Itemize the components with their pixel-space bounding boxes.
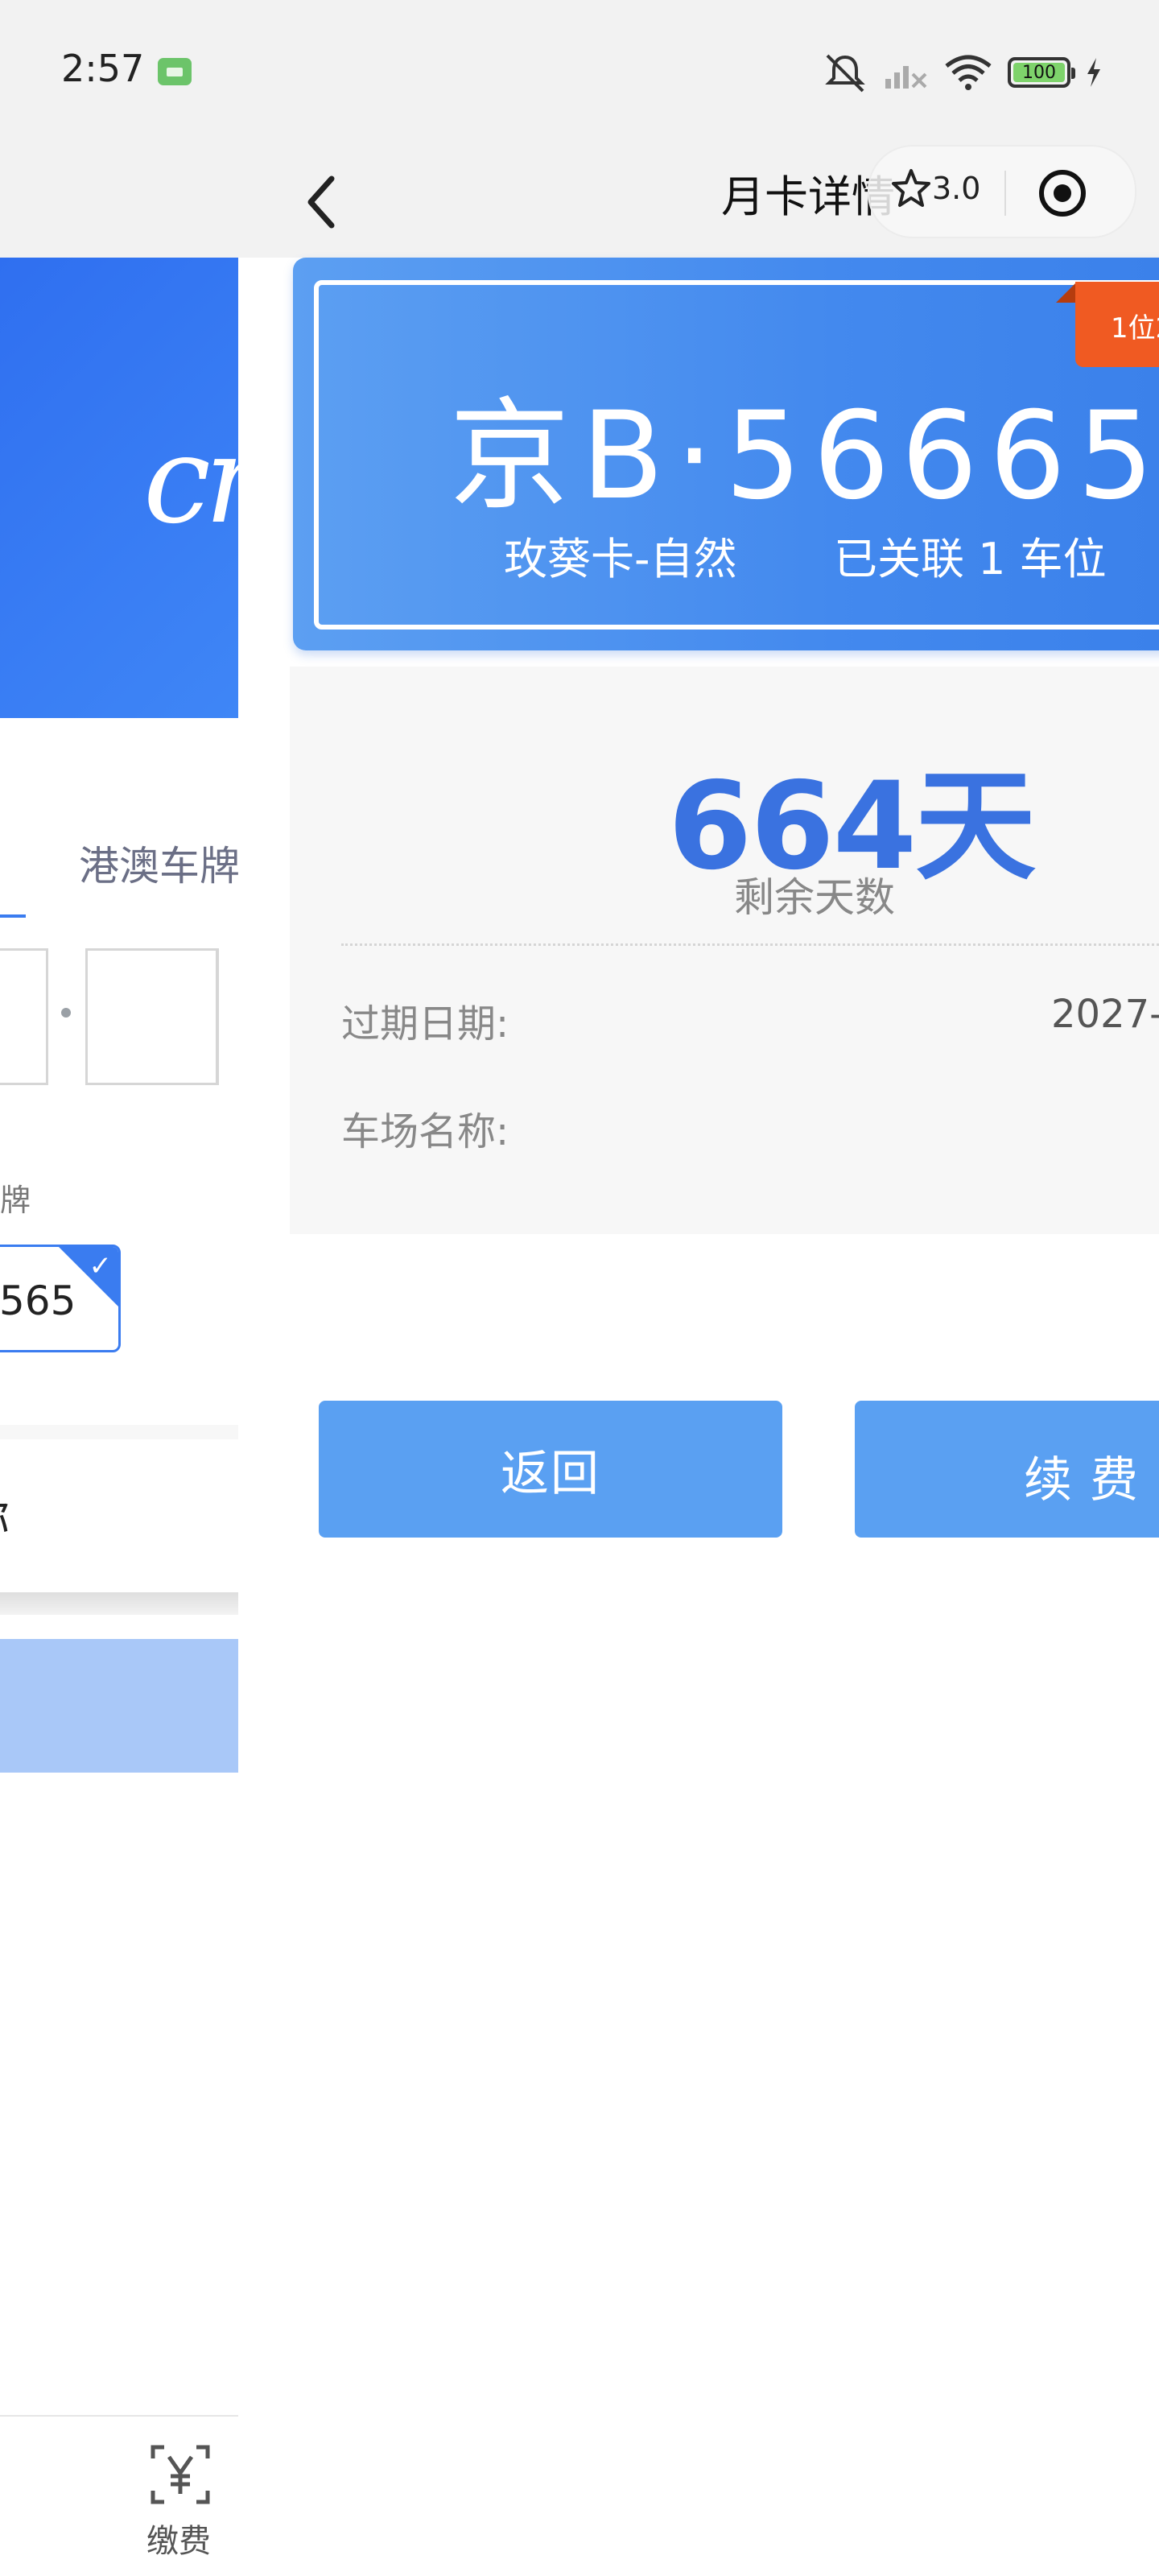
plate-number: 京B·56665: [449, 386, 1159, 526]
active-tab-indicator: [0, 914, 26, 918]
bottom-nav-pay-label[interactable]: 缴费: [146, 2515, 211, 2562]
battery-icon: 100: [1008, 57, 1075, 88]
card-type: 玫葵卡-自然: [504, 534, 737, 584]
plate-char-input[interactable]: [0, 948, 48, 1085]
close-target-icon[interactable]: [1033, 164, 1091, 222]
banner: cn: [0, 258, 238, 718]
miniprogram-capsule: 3.0: [868, 145, 1136, 238]
dotted-divider: [341, 943, 1159, 946]
check-icon: ✓: [89, 1250, 113, 1282]
parking-spaces-tag: 1位2: [1075, 282, 1159, 367]
plate-history-label: 牌: [0, 1183, 31, 1218]
status-time: 2:57: [61, 47, 145, 90]
divider: [0, 1425, 238, 1439]
remaining-days-label: 剩余天数: [734, 874, 895, 921]
parking-lot-name-label: 车场名称:: [341, 1109, 509, 1154]
rating-score: 3.0: [932, 171, 981, 206]
expire-date-value: 2027-: [1051, 992, 1159, 1037]
plate-char-input[interactable]: [216, 948, 238, 1085]
lot-name-label: 称: [0, 1484, 10, 1550]
query-button[interactable]: [0, 1639, 238, 1773]
plate-char-input[interactable]: [85, 948, 219, 1085]
charging-icon: [1087, 58, 1100, 87]
background-navbar: [0, 145, 238, 258]
battery-level: 100: [1022, 63, 1056, 83]
app-notification-icon: [158, 58, 192, 85]
status-icons: 100: [821, 48, 1103, 97]
bottom-nav-divider: [0, 2415, 238, 2417]
plate-history-chip[interactable]: 565 ✓: [0, 1245, 121, 1352]
tab-hk-macau-plate[interactable]: 港澳车牌: [79, 834, 238, 892]
status-bar: 2:57 100: [0, 0, 1159, 145]
navbar: 月卡详情 3.0: [238, 145, 1159, 258]
divider: [0, 1592, 238, 1615]
plate-separator-dot: [61, 1008, 71, 1018]
linked-spaces: 已关联 1 车位: [834, 534, 1107, 584]
back-button[interactable]: 返回: [319, 1401, 782, 1538]
back-arrow-icon[interactable]: [287, 166, 359, 238]
background-page: cn 港澳车牌 牌 565 ✓ 称 缴费: [0, 145, 238, 2576]
capsule-divider: [1004, 171, 1006, 216]
renew-button[interactable]: 续费: [855, 1401, 1159, 1538]
banner-logo: cn: [143, 411, 238, 551]
tag-fold: [1056, 282, 1077, 303]
star-icon[interactable]: [889, 166, 934, 211]
expire-date-label: 过期日期:: [341, 1001, 509, 1046]
signal-icon: [885, 66, 927, 89]
renew-button-label: 续费: [1024, 1452, 1156, 1509]
yen-scan-icon[interactable]: [150, 2444, 211, 2505]
mute-icon: [825, 54, 865, 93]
monthly-card-detail-page: 月卡详情 3.0 1位2 京B·56665 玫葵卡-自然 已关联 1 车位 66…: [238, 145, 1159, 2576]
wifi-icon: [945, 55, 992, 90]
